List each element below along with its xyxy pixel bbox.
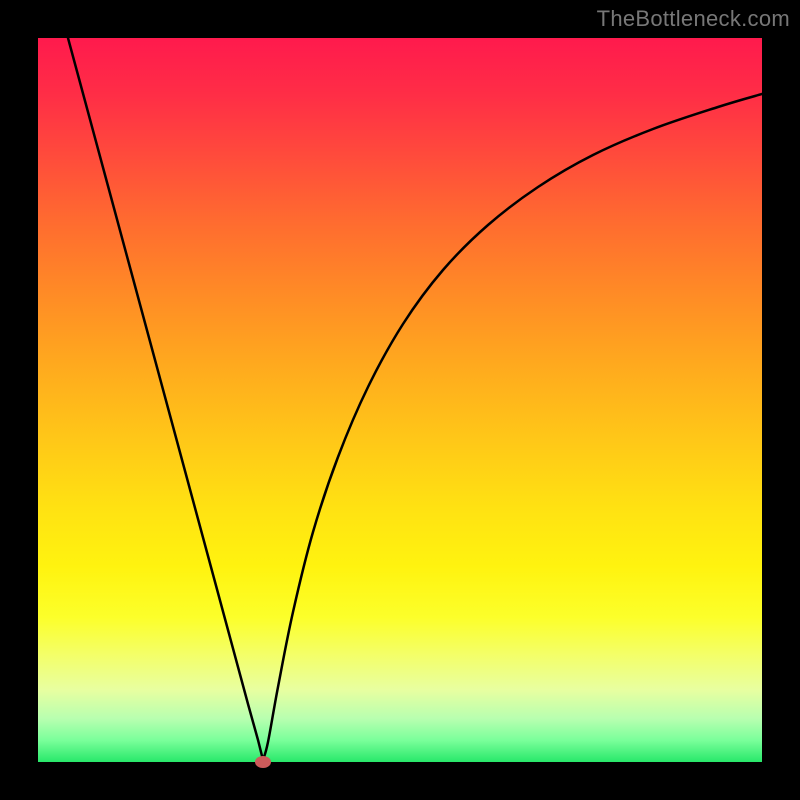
plot-area xyxy=(38,38,762,762)
chart-frame: TheBottleneck.com xyxy=(0,0,800,800)
bottleneck-curve xyxy=(38,38,762,762)
watermark-text: TheBottleneck.com xyxy=(597,6,790,32)
minimum-marker xyxy=(255,756,271,768)
